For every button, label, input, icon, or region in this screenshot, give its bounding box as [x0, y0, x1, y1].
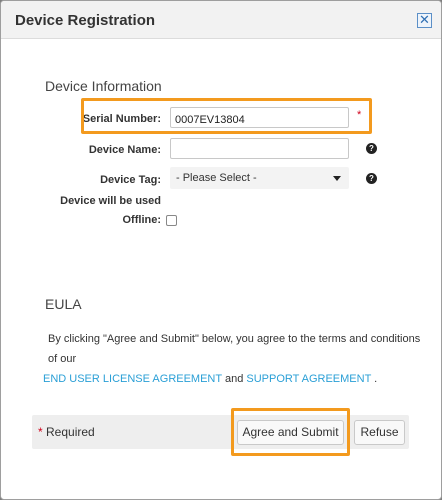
offline-checkbox[interactable]: [166, 215, 177, 226]
chevron-down-icon: [333, 176, 341, 181]
device-information-heading: Device Information: [45, 78, 162, 94]
offline-label-line1: Device will be used: [60, 195, 161, 207]
device-tag-select[interactable]: - Please Select -: [170, 167, 349, 189]
eula-intro: By clicking "Agree and Submit" below, yo…: [48, 333, 421, 365]
device-tag-selected-value: - Please Select -: [176, 172, 257, 184]
eula-link[interactable]: END USER LICENSE AGREEMENT: [43, 373, 222, 385]
dialog-footer: * Required: [32, 415, 409, 449]
dialog-titlebar: Device Registration ✕: [1, 1, 441, 39]
device-tag-label: Device Tag:: [100, 174, 161, 186]
eula-links-line: END USER LICENSE AGREEMENT and SUPPORT A…: [43, 369, 426, 389]
eula-period: .: [374, 373, 378, 385]
support-agreement-link[interactable]: SUPPORT AGREEMENT: [246, 373, 371, 385]
refuse-button[interactable]: Refuse: [354, 420, 405, 445]
device-registration-dialog: Device Registration ✕ Device Information…: [0, 0, 442, 500]
device-tag-row: Device Tag: - Please Select - ?: [1, 166, 441, 196]
dialog-title: Device Registration: [15, 12, 156, 29]
device-name-help-icon[interactable]: ?: [366, 143, 377, 154]
eula-text: By clicking "Agree and Submit" below, yo…: [43, 329, 426, 389]
offline-label-line2: Offline:: [122, 214, 162, 226]
offline-row: Device will be used Offline:: [1, 195, 441, 231]
device-name-input[interactable]: [170, 138, 349, 159]
eula-heading: EULA: [45, 296, 82, 312]
eula-and: and: [224, 373, 244, 385]
required-note: * Required: [38, 425, 95, 439]
required-label: Required: [46, 425, 95, 439]
serial-number-highlight: [81, 98, 372, 134]
device-name-row: Device Name: ?: [1, 136, 441, 166]
close-icon[interactable]: ✕: [417, 13, 432, 28]
required-star: *: [38, 425, 43, 439]
submit-highlight: [231, 408, 350, 456]
device-name-label: Device Name:: [88, 144, 161, 156]
device-tag-help-icon[interactable]: ?: [366, 173, 377, 184]
